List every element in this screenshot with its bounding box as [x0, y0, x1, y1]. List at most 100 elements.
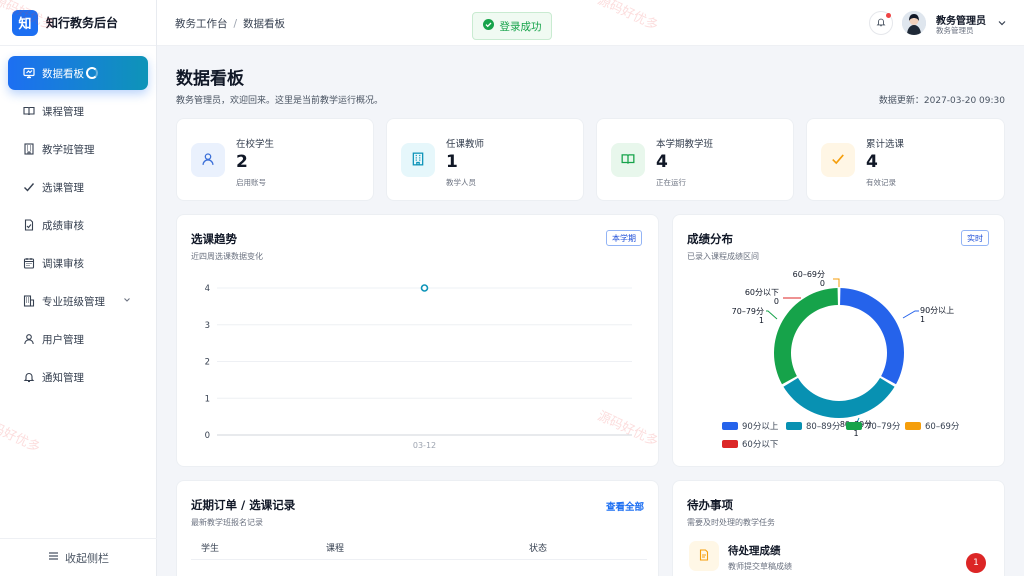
calendar-icon	[22, 256, 36, 270]
stat-card-enrollments: 累计选课 4 有效记录	[806, 118, 1005, 201]
callout-category: 70–79分	[732, 307, 764, 316]
stat-card-students: 在校学生 2 启用账号	[176, 118, 374, 201]
todo-item-grades[interactable]: 待处理成绩 教师提交草稿成绩	[689, 541, 989, 576]
legend-swatch	[905, 422, 921, 430]
legend-item[interactable]: 80–89分	[786, 420, 840, 432]
callout-category: 60分以下	[745, 288, 779, 297]
chevron-down-icon	[122, 295, 132, 308]
stat-label: 任课教师	[446, 139, 485, 150]
legend-item[interactable]: 90分以上	[722, 420, 778, 432]
column-header-status: 状态	[523, 537, 647, 560]
stat-icon-bg	[611, 143, 645, 177]
y-tick-label: 0	[205, 431, 210, 441]
legend-label: 60–69分	[925, 422, 960, 432]
callout-value: 0	[820, 279, 825, 288]
todo-count-badge: 1	[966, 553, 986, 573]
view-all-link[interactable]: 查看全部	[606, 499, 644, 513]
stat-sub: 有效记录	[866, 178, 896, 187]
legend-swatch	[846, 422, 862, 430]
sidebar-nav: 数据看板 课程管理 教学班管理 选课管理 成绩审核 调课审核 专业班级管理 用户…	[0, 46, 156, 394]
todo-icon-bg	[689, 541, 719, 571]
toast-message: 登录成功	[499, 20, 542, 33]
sidebar-item-users[interactable]: 用户管理	[8, 322, 148, 356]
legend-label: 60分以下	[742, 440, 779, 450]
success-check-icon	[482, 19, 494, 33]
stat-icon-bg	[401, 143, 435, 177]
donut-slice	[774, 288, 838, 385]
stat-value: 4	[866, 152, 878, 172]
trend-chart: 0 1 2 3 4 03-12	[205, 284, 632, 450]
user-role: 教务管理员	[936, 26, 974, 35]
legend-item[interactable]: 60分以下	[722, 438, 778, 450]
sidebar-item-reschedule[interactable]: 调课审核	[8, 246, 148, 280]
x-tick-label: 03-12	[413, 441, 436, 450]
sidebar-item-label: 课程管理	[42, 105, 84, 118]
sidebar-item-selection[interactable]: 选课管理	[8, 170, 148, 204]
sidebar-item-label: 用户管理	[42, 333, 84, 346]
document-icon	[698, 548, 710, 564]
donut-slice	[840, 288, 904, 385]
sidebar: 知 知行教务后台 数据看板 课程管理 教学班管理 选课管理 成绩审核 调课审核	[0, 0, 157, 576]
table-header-row: 学生 课程 状态	[191, 537, 647, 560]
top-header: 教务工作台 / 数据看板 登录成功 教务管理员 教务管理员	[157, 0, 1024, 46]
orders-table: 学生 课程 状态	[191, 537, 647, 560]
sidebar-item-label: 选课管理	[42, 181, 84, 194]
sidebar-item-label: 数据看板	[42, 67, 84, 80]
callout-line	[833, 278, 840, 287]
data-updated-time: 数据更新：2027-03-20 09:30	[878, 96, 1005, 106]
legend-item[interactable]: 60–69分	[905, 420, 959, 432]
avatar[interactable]	[902, 11, 926, 35]
check-icon	[831, 152, 845, 169]
callout-value: 0	[774, 297, 779, 306]
callout-line	[766, 310, 778, 320]
stat-sub: 正在运行	[656, 178, 686, 187]
notification-bell-button[interactable]	[869, 11, 893, 35]
orders-card: 近期订单 / 选课记录 最新教学班报名记录 查看全部 学生 课程 状态	[176, 480, 659, 576]
legend-item[interactable]: 70–79分	[846, 420, 900, 432]
brand-title: 知行教务后台	[46, 16, 119, 30]
page-subtitle: 教务管理员，欢迎回来。这里是当前教学运行概况。	[176, 96, 384, 106]
sidebar-item-dashboard[interactable]: 数据看板	[8, 56, 148, 90]
data-point	[420, 284, 429, 292]
chevron-down-icon[interactable]	[997, 17, 1007, 31]
sidebar-item-courses[interactable]: 课程管理	[8, 94, 148, 128]
stat-card-classes: 本学期教学班 4 正在运行	[596, 118, 794, 201]
stat-card-teachers: 任课教师 1 教学人员	[386, 118, 584, 201]
todo-title: 待办事项	[687, 498, 733, 512]
menu-icon	[48, 551, 59, 564]
todo-card: 待办事项 需要及时处理的教学任务 待处理成绩 教师提交草稿成绩	[672, 480, 1005, 576]
y-tick-label: 2	[205, 358, 210, 368]
stat-label: 在校学生	[236, 139, 275, 150]
callout-category: 90分以上	[920, 306, 954, 315]
building-icon	[411, 152, 425, 169]
sidebar-item-label: 成绩审核	[42, 219, 84, 232]
sidebar-item-label: 教学班管理	[42, 143, 95, 156]
dashboard-icon	[22, 66, 36, 80]
stat-sub: 教学人员	[446, 178, 476, 187]
loading-spinner-icon	[86, 67, 98, 79]
legend-label: 70–79分	[866, 422, 901, 432]
sidebar-item-majors[interactable]: 专业班级管理	[8, 284, 148, 318]
legend-swatch	[722, 422, 738, 430]
sidebar-item-grades[interactable]: 成绩审核	[8, 208, 148, 242]
breadcrumb-item-workbench[interactable]: 教务工作台	[175, 18, 228, 30]
brand[interactable]: 知 知行教务后台	[0, 0, 156, 46]
user-icon	[22, 332, 36, 346]
y-tick-label: 3	[205, 321, 210, 331]
notification-dot	[886, 13, 891, 18]
breadcrumb: 教务工作台 / 数据看板	[175, 16, 285, 31]
collapse-sidebar-button[interactable]: 收起侧栏	[0, 538, 157, 576]
callout-line	[902, 310, 919, 319]
todo-item-title: 待处理成绩	[728, 545, 781, 557]
stat-sub: 启用账号	[236, 178, 266, 187]
check-icon	[22, 180, 36, 194]
document-check-icon	[22, 218, 36, 232]
callout-category: 60–69分	[793, 270, 825, 279]
sidebar-item-label: 调课审核	[42, 257, 84, 270]
org-icon	[22, 294, 36, 308]
bell-icon	[22, 370, 36, 384]
sidebar-item-classes[interactable]: 教学班管理	[8, 132, 148, 166]
callout-value: 1	[759, 316, 764, 325]
sidebar-item-notices[interactable]: 通知管理	[8, 360, 148, 394]
bell-icon	[876, 16, 886, 30]
